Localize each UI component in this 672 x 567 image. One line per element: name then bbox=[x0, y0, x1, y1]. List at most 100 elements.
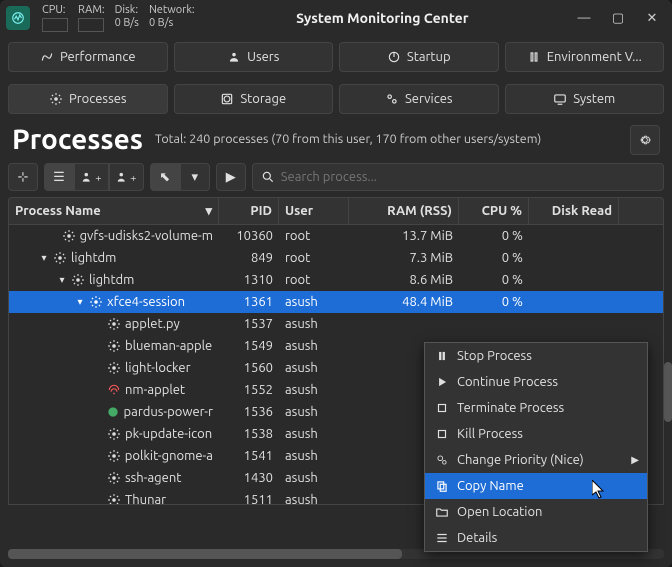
tab-performance[interactable]: Performance bbox=[8, 42, 168, 72]
all-proc-button[interactable]: ₊ bbox=[109, 163, 144, 191]
tree-arrow[interactable]: ▾ bbox=[57, 274, 67, 286]
proc-name: applet.py bbox=[125, 317, 180, 331]
proc-cpu: 0 % bbox=[459, 291, 529, 313]
proc-name: blueman-apple bbox=[125, 339, 212, 353]
proc-name: Thunar bbox=[125, 493, 166, 505]
process-icon bbox=[107, 361, 121, 375]
tab-environment-v-[interactable]: Environment V... bbox=[505, 42, 665, 72]
col-pid[interactable]: PID bbox=[219, 198, 279, 224]
proc-name: lightdm bbox=[89, 273, 134, 287]
sort-icon: ▾ bbox=[205, 204, 212, 219]
process-icon bbox=[107, 471, 121, 485]
proc-name: lightdm bbox=[71, 251, 116, 265]
tree-arrow[interactable]: ▾ bbox=[75, 296, 85, 308]
menu-change-priority-nice-[interactable]: Change Priority (Nice) ▶ bbox=[425, 447, 647, 473]
play-button[interactable]: ▶ bbox=[216, 163, 246, 191]
context-menu: Stop Process Continue ProcessTerminate Pr… bbox=[424, 342, 648, 552]
tabs-row-1: PerformanceUsersStartupEnvironment V... bbox=[0, 36, 672, 78]
process-icon bbox=[89, 295, 103, 309]
env-icon bbox=[527, 50, 541, 64]
window-title: System Monitoring Center bbox=[201, 10, 564, 26]
proc-pid: 1560 bbox=[219, 357, 279, 379]
net-val: 0 B/s bbox=[149, 17, 195, 29]
copy-icon bbox=[435, 479, 449, 493]
proc-name: light-locker bbox=[125, 361, 191, 375]
proc-pid: 1538 bbox=[219, 423, 279, 445]
system-icon bbox=[553, 92, 567, 106]
view-settings-button[interactable] bbox=[630, 125, 660, 155]
menu-details[interactable]: Details bbox=[425, 525, 647, 551]
tab-startup[interactable]: Startup bbox=[339, 42, 499, 72]
menu-kill-process[interactable]: Kill Process bbox=[425, 421, 647, 447]
details-icon bbox=[435, 531, 449, 545]
proc-pid: 1310 bbox=[219, 269, 279, 291]
col-ram[interactable]: RAM (RSS) bbox=[349, 198, 459, 224]
search-box[interactable] bbox=[252, 163, 664, 191]
folder-icon bbox=[435, 505, 449, 519]
expand-button[interactable]: ⊹ bbox=[8, 163, 38, 191]
user-proc-button[interactable]: ₊ bbox=[74, 163, 109, 191]
col-cpu[interactable]: CPU % bbox=[459, 198, 529, 224]
services-icon bbox=[385, 92, 399, 106]
search-icon bbox=[261, 170, 275, 184]
vertical-scrollbar[interactable] bbox=[664, 342, 672, 482]
menu-terminate-process[interactable]: Terminate Process bbox=[425, 395, 647, 421]
proc-disk bbox=[529, 313, 619, 335]
select-mode-button[interactable]: ⬉ bbox=[150, 163, 180, 191]
square-icon bbox=[435, 401, 449, 415]
menu-label: Open Location bbox=[457, 505, 542, 519]
proc-user: asush bbox=[279, 335, 349, 357]
menu-label: Stop Process bbox=[457, 349, 532, 363]
process-icon bbox=[53, 251, 67, 265]
col-name[interactable]: Process Name▾ bbox=[9, 198, 219, 224]
proc-user: asush bbox=[279, 423, 349, 445]
table-row[interactable]: ▾lightdm849root7.3 MiB0 % bbox=[9, 247, 663, 269]
proc-pid: 1541 bbox=[219, 445, 279, 467]
process-icon bbox=[107, 339, 121, 353]
tab-services[interactable]: Services bbox=[339, 84, 499, 114]
tab-processes[interactable]: Processes bbox=[8, 84, 168, 114]
process-icon bbox=[106, 405, 120, 419]
select-dropdown[interactable]: ▾ bbox=[180, 163, 210, 191]
proc-user: asush bbox=[279, 489, 349, 505]
table-row[interactable]: ▾xfce4-session1361asush48.4 MiB0 % bbox=[9, 291, 663, 313]
table-header: Process Name▾ PID User RAM (RSS) CPU % D… bbox=[8, 197, 664, 225]
maximize-button[interactable]: ▢ bbox=[604, 4, 632, 32]
proc-user: root bbox=[279, 247, 349, 269]
col-disk[interactable]: Disk Read bbox=[529, 198, 619, 224]
menu-continue-process[interactable]: Continue Process bbox=[425, 369, 647, 395]
vscroll-thumb[interactable] bbox=[664, 362, 672, 422]
power-icon bbox=[387, 50, 401, 64]
tree-arrow[interactable]: ▾ bbox=[39, 252, 49, 264]
proc-pid: 1536 bbox=[219, 401, 279, 423]
hscroll-thumb[interactable] bbox=[8, 549, 402, 559]
tab-system[interactable]: System bbox=[505, 84, 665, 114]
proc-name: ssh-agent bbox=[125, 471, 181, 485]
submenu-arrow-icon: ▶ bbox=[631, 454, 639, 466]
menu-stop-process[interactable]: Stop Process bbox=[425, 343, 647, 369]
proc-cpu bbox=[459, 313, 529, 335]
close-button[interactable]: ✕ bbox=[638, 4, 666, 32]
search-input[interactable] bbox=[281, 170, 655, 184]
list-view-button[interactable]: ☰ bbox=[44, 163, 74, 191]
cpu-graph bbox=[42, 18, 68, 32]
table-row[interactable]: gvfs-udisks2-volume-m10360root13.7 MiB0 … bbox=[9, 225, 663, 247]
proc-pid: 849 bbox=[219, 247, 279, 269]
tab-storage[interactable]: Storage bbox=[174, 84, 334, 114]
table-row[interactable]: ▾lightdm1310root8.6 MiB0 % bbox=[9, 269, 663, 291]
menu-label: Change Priority (Nice) bbox=[457, 453, 584, 467]
tab-users[interactable]: Users bbox=[174, 42, 334, 72]
proc-name: pk-update-icon bbox=[125, 427, 212, 441]
table-row[interactable]: applet.py1537asush bbox=[9, 313, 663, 335]
cpu-label: CPU: bbox=[42, 4, 68, 16]
proc-pid: 1552 bbox=[219, 379, 279, 401]
menu-label: Copy Name bbox=[457, 479, 524, 493]
process-icon bbox=[62, 229, 76, 243]
minimize-button[interactable]: — bbox=[570, 4, 598, 32]
col-user[interactable]: User bbox=[279, 198, 349, 224]
proc-user: asush bbox=[279, 401, 349, 423]
menu-copy-name[interactable]: Copy Name bbox=[425, 473, 647, 499]
menu-open-location[interactable]: Open Location bbox=[425, 499, 647, 525]
proc-disk bbox=[529, 291, 619, 313]
proc-user: asush bbox=[279, 357, 349, 379]
